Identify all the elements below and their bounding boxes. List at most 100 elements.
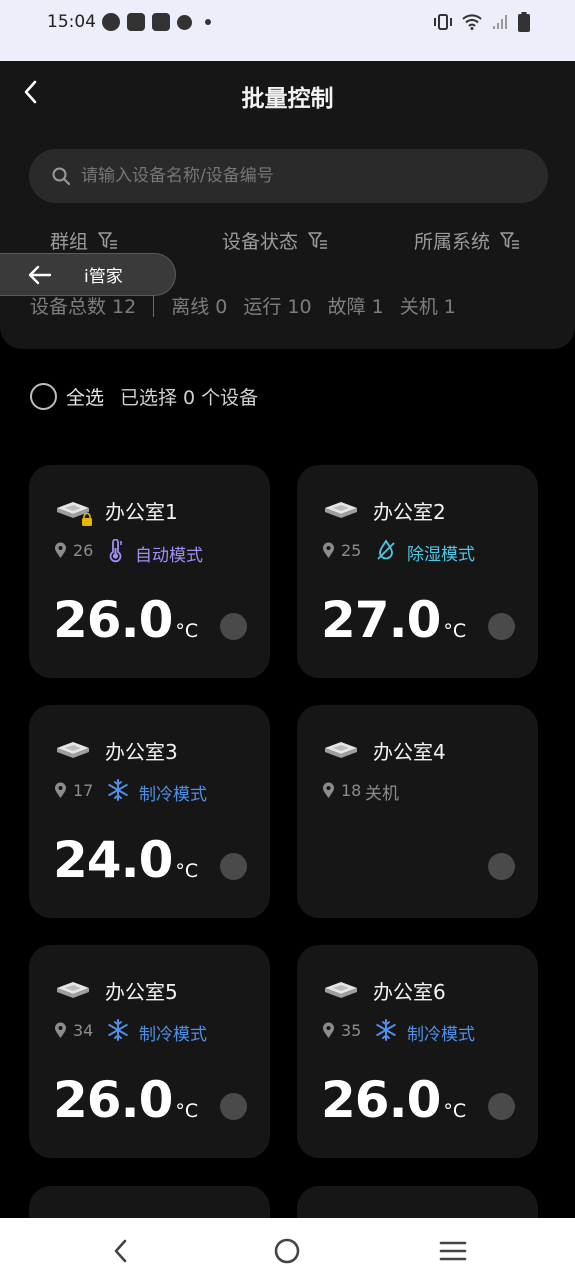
search-bar[interactable] <box>29 149 548 203</box>
temperature-unit: °C <box>175 1100 199 1122</box>
temperature-value: 26.0 <box>321 1071 441 1129</box>
filter-group-label: 群组 <box>50 231 89 253</box>
device-mode: 制冷模式 <box>107 1019 207 1046</box>
air-conditioner-icon <box>321 979 361 1009</box>
device-name: 办公室5 <box>105 980 178 1004</box>
device-location-number: 34 <box>73 1021 94 1040</box>
location-pin-icon <box>55 1022 66 1038</box>
power-toggle-button[interactable] <box>488 613 515 640</box>
temperature-value: 26.0 <box>53 591 173 649</box>
device-location-number: 18 <box>341 781 362 800</box>
page-title: 批量控制 <box>241 86 334 112</box>
menu-icon <box>439 1241 467 1261</box>
device-mode-label: 制冷模式 <box>407 1025 475 1045</box>
filter-status[interactable]: 设备状态 <box>222 227 328 254</box>
device-location-number: 35 <box>341 1021 362 1040</box>
device-location: 25 <box>322 541 361 560</box>
status-notification-icons <box>102 13 211 31</box>
power-toggle-button[interactable] <box>488 853 515 880</box>
status-system-icons <box>433 12 530 32</box>
filter-system-label: 所属系统 <box>414 231 491 253</box>
device-card[interactable]: 办公室3 17 制冷模式 24.0 °C <box>29 705 270 918</box>
stat-off: 关机 1 <box>399 296 456 318</box>
device-temperature: 26.0 °C <box>53 1071 198 1129</box>
device-mode-label: 关机 <box>365 784 399 804</box>
device-name: 办公室2 <box>373 500 446 524</box>
device-card[interactable]: 办公室1 26 自动模式 26.0 °C <box>29 465 270 678</box>
device-mode-label: 除湿模式 <box>407 545 475 565</box>
select-all-row: 全选 已选择 0 个设备 <box>30 383 258 410</box>
device-mode-label: 自动模式 <box>135 546 203 566</box>
snowflake-icon <box>107 1019 129 1046</box>
signal-icon <box>493 15 507 29</box>
device-temperature: 24.0 °C <box>53 831 198 889</box>
select-all-label[interactable]: 全选 <box>66 383 104 410</box>
device-card[interactable]: 办公室2 25 除湿模式 27.0 °C <box>297 465 538 678</box>
device-location-number: 17 <box>73 781 94 800</box>
nav-home-button[interactable] <box>270 1234 304 1268</box>
power-toggle-button[interactable] <box>220 853 247 880</box>
wifi-icon <box>462 14 482 30</box>
stat-fault: 故障 1 <box>327 296 384 318</box>
device-mode: 除湿模式 <box>375 539 475 566</box>
stat-running: 运行 10 <box>243 296 312 318</box>
filter-group[interactable]: 群组 <box>50 227 118 254</box>
mail-icon <box>152 13 170 31</box>
location-pin-icon <box>323 1022 334 1038</box>
search-input[interactable] <box>81 166 521 186</box>
device-mode-label: 制冷模式 <box>139 1025 207 1045</box>
select-all-radio[interactable] <box>30 383 57 410</box>
filter-system[interactable]: 所属系统 <box>414 227 520 254</box>
assistant-floating-button[interactable]: i管家 <box>0 253 176 296</box>
snowflake-icon <box>375 1019 397 1046</box>
location-pin-icon <box>323 542 334 558</box>
device-location: 34 <box>54 1021 93 1040</box>
device-mode-label: 制冷模式 <box>139 785 207 805</box>
device-location: 17 <box>54 781 93 800</box>
thermometer-icon <box>107 538 125 568</box>
air-conditioner-icon <box>53 499 93 529</box>
stat-total: 设备总数 12 <box>30 296 137 318</box>
mail-icon <box>127 13 145 31</box>
device-mode: 制冷模式 <box>375 1019 475 1046</box>
filter-status-label: 设备状态 <box>222 231 299 253</box>
device-stats: 设备总数 12 离线 0 运行 10 故障 1 关机 1 <box>30 292 456 319</box>
power-toggle-button[interactable] <box>220 613 247 640</box>
device-name: 办公室6 <box>373 980 446 1004</box>
lock-icon <box>82 513 92 526</box>
location-pin-icon <box>323 782 334 798</box>
location-pin-icon <box>55 542 66 558</box>
home-circle-icon <box>274 1238 300 1264</box>
power-toggle-button[interactable] <box>488 1093 515 1120</box>
nav-menu-button[interactable] <box>436 1234 470 1268</box>
filter-icon <box>308 231 328 249</box>
search-icon <box>52 167 70 185</box>
power-toggle-button[interactable] <box>220 1093 247 1120</box>
air-conditioner-icon <box>53 979 93 1009</box>
device-card[interactable]: 办公室6 35 制冷模式 26.0 °C <box>297 945 538 1158</box>
shield-icon <box>177 14 192 30</box>
temperature-unit: °C <box>175 620 199 642</box>
location-pin-icon <box>55 782 66 798</box>
status-bar: 15:04 <box>0 0 575 61</box>
device-card[interactable]: 办公室4 18 关机 <box>297 705 538 918</box>
device-location: 35 <box>322 1021 361 1040</box>
speedometer-icon <box>102 13 120 31</box>
stat-divider <box>153 294 155 317</box>
device-name: 办公室1 <box>105 500 178 524</box>
device-temperature: 26.0 °C <box>321 1071 466 1129</box>
droplet-icon <box>375 539 397 566</box>
header-panel: 批量控制 群组 设备状态 所属系统 设备总数 12 离线 0 运行 10 故障 … <box>0 61 575 349</box>
filter-icon <box>98 231 118 249</box>
nav-back-button[interactable] <box>104 1234 138 1268</box>
arrow-left-icon <box>28 265 52 284</box>
temperature-unit: °C <box>443 620 467 642</box>
temperature-unit: °C <box>443 1100 467 1122</box>
device-location-number: 25 <box>341 541 362 560</box>
air-conditioner-icon <box>321 499 361 529</box>
device-card[interactable]: 办公室5 34 制冷模式 26.0 °C <box>29 945 270 1158</box>
device-name: 办公室3 <box>105 740 178 764</box>
chevron-left-icon <box>114 1239 127 1263</box>
air-conditioner-icon <box>53 739 93 769</box>
system-nav-bar <box>0 1218 575 1280</box>
